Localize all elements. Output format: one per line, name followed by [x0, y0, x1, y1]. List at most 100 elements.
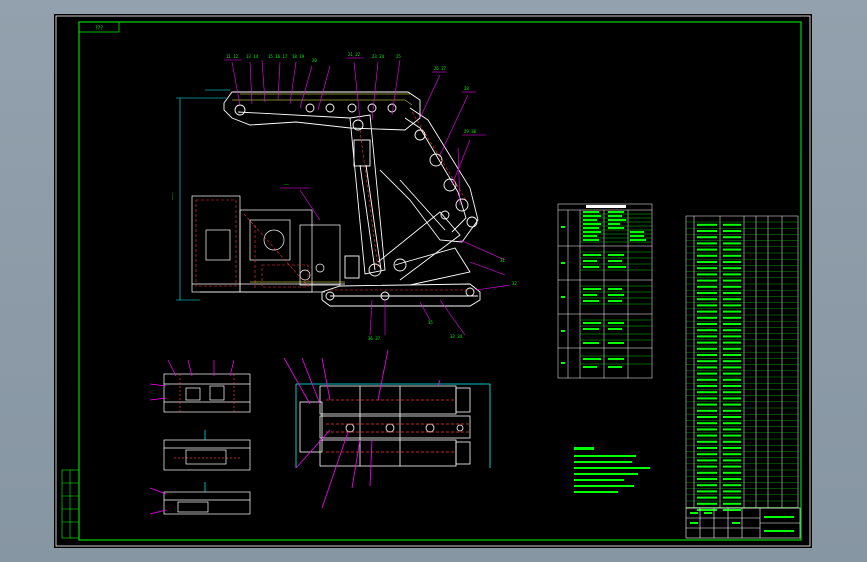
parts-list-cell — [723, 360, 741, 363]
parts-list-cell — [723, 242, 741, 245]
svg-text:35: 35 — [428, 320, 433, 325]
parts-list-cell — [697, 447, 717, 449]
parts-list-cell — [697, 347, 717, 350]
main-side-view: ——— 11 12 13 14 15 16 17 18 19 20 21 22 … — [170, 52, 517, 341]
parts-list-cell — [723, 279, 741, 282]
parts-list-cell — [723, 261, 741, 263]
parts-list-cell — [723, 434, 741, 437]
parts-list-cell — [723, 285, 741, 288]
parts-list-cell — [723, 465, 741, 468]
parts-list-cell — [723, 416, 741, 418]
parts-list-cell — [723, 347, 741, 350]
parts-list-cell — [697, 316, 717, 319]
callout-leaders — [224, 57, 511, 336]
svg-text:26 27: 26 27 — [434, 66, 447, 71]
drawing-number-label: ??? — [95, 26, 103, 32]
parts-list-cell — [697, 428, 717, 431]
parts-list-cell — [697, 298, 717, 301]
parts-list-cell — [723, 459, 741, 462]
parts-list-cell — [697, 502, 717, 505]
parts-list-cell — [697, 230, 717, 232]
parts-list-cell — [723, 310, 741, 313]
parts-list-cell — [697, 354, 717, 356]
parts-list-cell — [723, 372, 741, 375]
parts-list-cell — [697, 279, 717, 282]
parts-list-cell — [697, 292, 717, 294]
inner-frame — [78, 21, 802, 541]
parts-list-cell — [697, 459, 717, 462]
section-view-c — [149, 482, 251, 515]
svg-text:29 30: 29 30 — [464, 129, 477, 134]
parts-list-cell — [723, 447, 741, 449]
svg-text:13 14: 13 14 — [246, 54, 259, 59]
parts-list-cell — [697, 372, 717, 375]
svg-text:36 37: 36 37 — [368, 336, 381, 341]
parts-list-cell — [697, 496, 717, 499]
svg-text:28: 28 — [464, 86, 469, 91]
parts-list-cell — [697, 471, 717, 474]
parts-list-cell — [723, 230, 741, 232]
parts-list-cell — [697, 366, 717, 369]
parts-list-cell — [697, 434, 717, 437]
svg-text:11 12: 11 12 — [226, 54, 239, 59]
section-view-b — [163, 430, 251, 471]
parts-list-cell — [723, 341, 741, 344]
hidden-lines — [195, 111, 470, 291]
parts-list-cell — [723, 292, 741, 294]
parts-list-cell — [723, 248, 741, 251]
parts-list-cell — [697, 341, 717, 344]
parts-list-cell — [723, 509, 741, 511]
parts-list-cell — [697, 323, 717, 325]
dimension-lines: ——— — [170, 89, 230, 301]
parts-list-cell — [723, 267, 741, 270]
svg-text:21 22: 21 22 — [348, 52, 361, 57]
svg-text:32: 32 — [512, 281, 517, 286]
parts-list-cell — [697, 385, 717, 387]
drive-assembly — [191, 195, 345, 293]
parts-list-cell — [723, 478, 741, 480]
drawing-number-box: ??? — [78, 21, 120, 33]
parts-list-cell — [697, 478, 717, 480]
parts-list-cell — [723, 323, 741, 325]
svg-text:——: —— — [284, 182, 289, 187]
canopy-beam — [223, 91, 421, 131]
parts-list-cell — [723, 223, 741, 226]
parts-list-cell — [723, 397, 741, 400]
parts-list-cell — [723, 273, 741, 276]
parts-list-cell — [723, 484, 741, 487]
parts-list-cell — [697, 285, 717, 288]
technical-notes — [574, 447, 650, 493]
parts-list-cell — [697, 242, 717, 245]
parts-list-cell — [697, 440, 717, 443]
parts-list-cell — [697, 254, 717, 257]
parts-list-cell — [723, 490, 741, 493]
callout-numbers: 11 12 13 14 15 16 17 18 19 20 21 22 23 2… — [226, 52, 517, 341]
parts-list-cell — [697, 391, 717, 394]
parts-list-cell — [723, 236, 741, 239]
hydraulic-column — [349, 114, 386, 277]
parts-list-cell — [697, 236, 717, 239]
parts-list-cell — [697, 422, 717, 425]
parts-list-cell — [697, 360, 717, 363]
parts-list-cell — [723, 440, 741, 443]
svg-text:33 34: 33 34 — [450, 334, 463, 339]
parts-list-cell — [723, 471, 741, 474]
parts-list-cell — [697, 335, 717, 338]
parts-list-cell — [697, 465, 717, 468]
plan-view — [283, 349, 491, 509]
parts-list-cell — [723, 366, 741, 369]
parts-list-cell — [697, 484, 717, 487]
parts-list-cell — [697, 261, 717, 263]
cad-viewport[interactable]: ??? ——— 11 12 13 14 15 16 17 18 19 20 21… — [0, 0, 867, 562]
svg-text:———: ——— — [170, 192, 175, 200]
parts-list-cell — [697, 329, 717, 332]
parts-list-cell — [697, 273, 717, 276]
parts-list-cell — [723, 409, 741, 412]
svg-text:15 16 17: 15 16 17 — [268, 54, 288, 59]
parts-list-cell — [697, 378, 717, 381]
parts-list-cell — [723, 422, 741, 425]
parts-list-cell — [723, 298, 741, 301]
svg-text:20: 20 — [312, 58, 317, 63]
parts-list-cell — [723, 304, 741, 307]
svg-text:31: 31 — [500, 258, 505, 263]
